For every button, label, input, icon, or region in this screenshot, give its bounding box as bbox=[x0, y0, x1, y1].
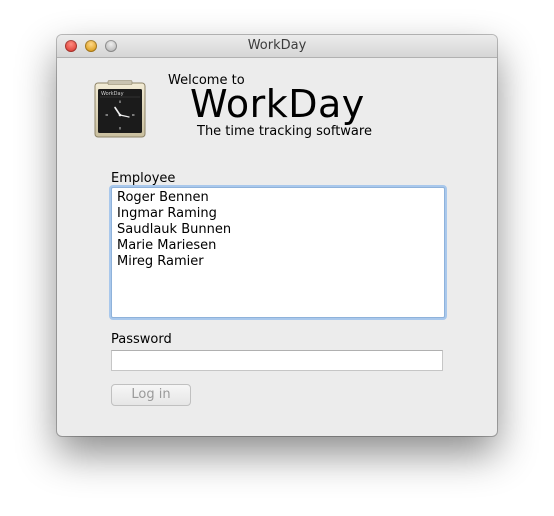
list-item[interactable]: Mireg Ramier bbox=[117, 254, 204, 270]
app-icon-label: WorkDay bbox=[101, 91, 124, 97]
employee-list[interactable]: Roger Bennen Ingmar Raming Saudlauk Bunn… bbox=[111, 187, 445, 318]
window-title: WorkDay bbox=[247, 38, 307, 53]
clock-app-icon: WorkDay bbox=[94, 80, 146, 138]
employee-label: Employee bbox=[111, 171, 176, 186]
password-label: Password bbox=[111, 332, 172, 347]
list-item[interactable]: Marie Mariesen bbox=[117, 238, 216, 254]
login-window: WorkDay WorkDay Welcome to WorkDay The t… bbox=[57, 35, 497, 436]
list-item[interactable]: Saudlauk Bunnen bbox=[117, 222, 231, 238]
password-input[interactable] bbox=[111, 350, 443, 371]
tagline: The time tracking software bbox=[197, 124, 372, 139]
login-button[interactable]: Log in bbox=[111, 384, 191, 406]
list-item[interactable]: Roger Bennen bbox=[117, 190, 209, 206]
list-item[interactable]: Ingmar Raming bbox=[117, 206, 217, 222]
brand-title: WorkDay bbox=[190, 82, 365, 126]
title-bar[interactable]: WorkDay bbox=[57, 35, 497, 58]
